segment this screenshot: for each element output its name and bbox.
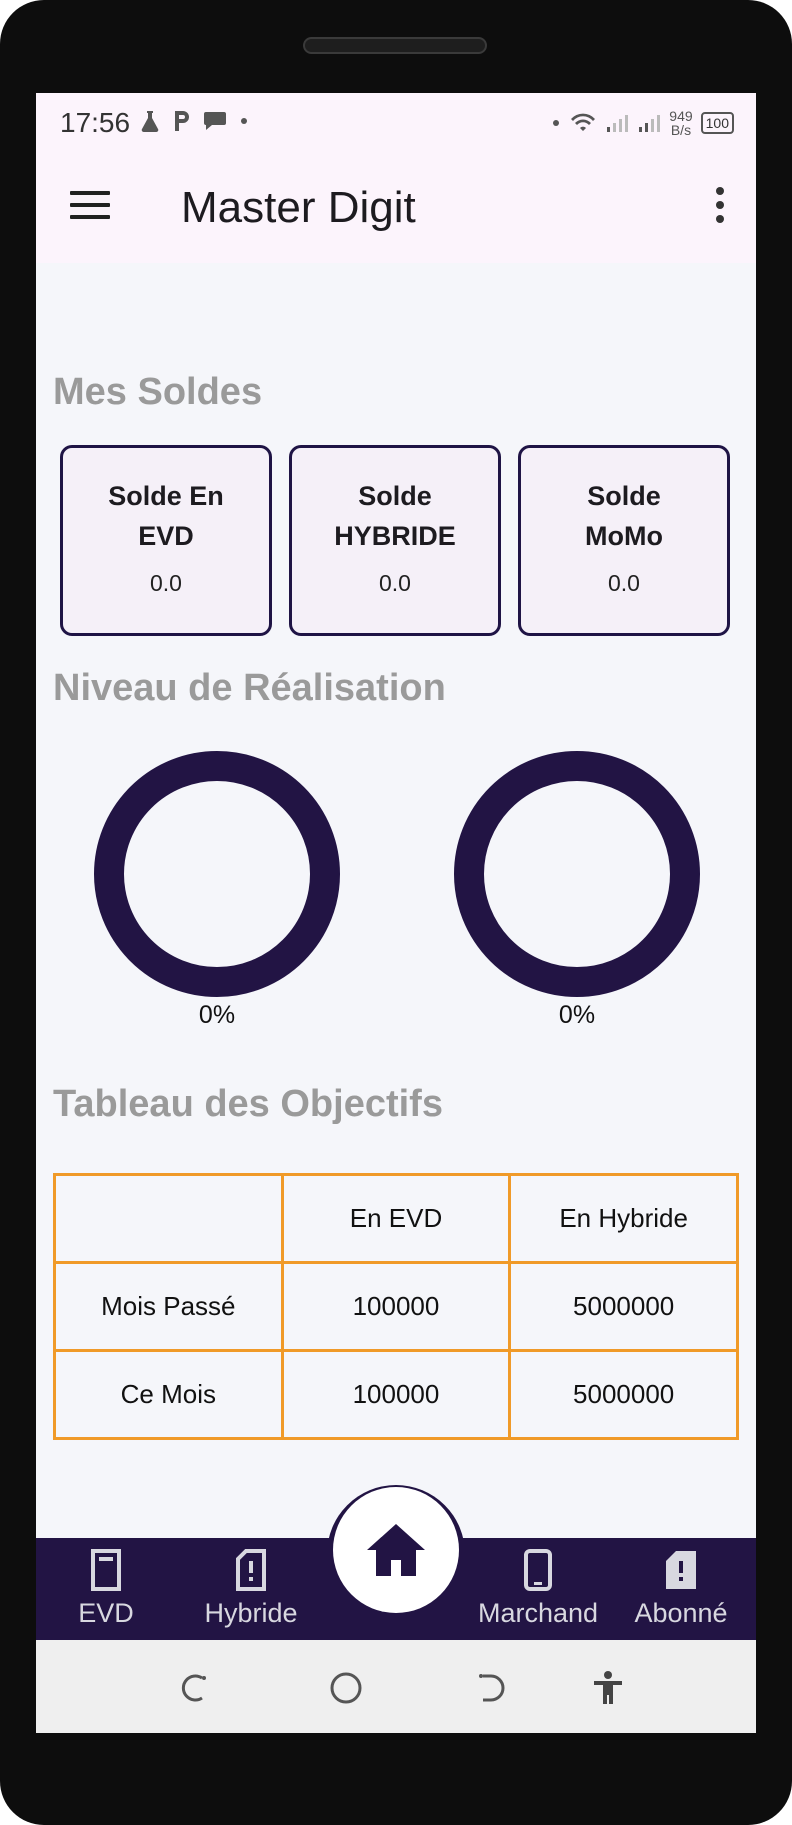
app-title: Master Digit (181, 183, 416, 232)
network-speed-unit: B/s (670, 122, 692, 138)
chat-bubble-icon (204, 112, 226, 130)
nav-item-abonne[interactable]: Abonné (611, 1539, 751, 1639)
table-row: Mois Passé 100000 5000000 (53, 1261, 739, 1352)
balances-section-title: Mes Soldes (53, 371, 263, 413)
balance-card-momo[interactable]: Solde MoMo 0.0 (518, 445, 730, 636)
gauge-hybride: 0% (452, 749, 702, 1029)
balance-card-title: Solde (358, 481, 432, 511)
nav-label: Marchand (477, 1598, 599, 1628)
nav-label: Hybride (204, 1598, 298, 1628)
home-nav-icon[interactable] (326, 1668, 366, 1708)
balance-card-title: HYBRIDE (334, 521, 456, 551)
balance-card-title: Solde (587, 481, 661, 511)
sim-card-alert-filled-icon (666, 1551, 696, 1589)
nav-item-evd[interactable]: EVD (36, 1539, 176, 1639)
balance-card-title: EVD (138, 521, 194, 551)
hamburger-menu-icon[interactable] (70, 191, 110, 221)
balance-card-value: 0.0 (608, 570, 640, 596)
gauge-evd: 0% (92, 749, 342, 1029)
nav-item-hybride[interactable]: Hybride (181, 1539, 321, 1639)
table-header-cell: En Hybride (508, 1173, 739, 1264)
status-bar: 17:56 949 B/s 100 (36, 93, 756, 153)
table-header-row: En EVD En Hybride (53, 1173, 739, 1264)
dot-icon (241, 118, 247, 124)
system-navigation-bar (36, 1640, 756, 1733)
flask-icon (141, 111, 159, 133)
p-app-icon (175, 111, 189, 131)
progress-ring (94, 751, 340, 997)
network-speed: 949 B/s (669, 109, 692, 137)
nav-label: Abonné (634, 1598, 728, 1628)
signal-icon (639, 115, 661, 132)
table-row-label: Mois Passé (53, 1261, 284, 1352)
network-speed-value: 949 (669, 108, 693, 124)
recent-apps-icon[interactable] (174, 1668, 214, 1708)
table-row-label: Ce Mois (53, 1349, 284, 1440)
table-cell: 100000 (280, 1349, 512, 1440)
app-bar: Master Digit (36, 153, 756, 263)
sim-card-icon (91, 1549, 121, 1591)
table-cell: 5000000 (508, 1261, 739, 1352)
screen: 17:56 949 B/s 100 Master Digit Mes Solde… (36, 93, 756, 1733)
balance-card-evd[interactable]: Solde En EVD 0.0 (60, 445, 272, 636)
battery-indicator: 100 (700, 112, 734, 134)
table-row: Ce Mois 100000 5000000 (53, 1349, 739, 1440)
nav-item-marchand[interactable]: Marchand (468, 1539, 608, 1639)
table-header-cell: En EVD (280, 1173, 512, 1264)
phone-speaker (303, 37, 487, 54)
status-notification-icons (138, 109, 250, 133)
home-button[interactable] (333, 1487, 459, 1613)
balance-card-value: 0.0 (150, 570, 182, 596)
smartphone-icon (524, 1549, 552, 1591)
status-system-icons: 949 B/s 100 (551, 109, 734, 137)
achievement-section-title: Niveau de Réalisation (53, 667, 446, 709)
progress-ring (454, 751, 700, 997)
table-cell: 5000000 (508, 1349, 739, 1440)
balance-card-value: 0.0 (379, 570, 411, 596)
nav-label: EVD (78, 1598, 134, 1628)
table-header-cell (53, 1173, 284, 1264)
balance-card-title: MoMo (585, 521, 663, 551)
balance-card-hybride[interactable]: Solde HYBRIDE 0.0 (289, 445, 501, 636)
balance-card-title: Solde En (108, 481, 224, 511)
status-time: 17:56 (60, 107, 131, 138)
back-icon[interactable] (471, 1668, 511, 1708)
signal-icon (607, 115, 629, 132)
gauge-percent-label: 0% (198, 1001, 236, 1029)
objectives-table: En EVD En Hybride Mois Passé 100000 5000… (53, 1173, 739, 1440)
gauge-percent-label: 0% (558, 1001, 596, 1029)
achievement-gauges: 0% 0% (36, 749, 756, 1039)
phone-frame: 17:56 949 B/s 100 Master Digit Mes Solde… (0, 0, 792, 1825)
balance-cards: Solde En EVD 0.0 Solde HYBRIDE 0.0 Solde… (60, 445, 730, 636)
home-icon (367, 1524, 425, 1576)
dot-icon (553, 120, 560, 126)
objectives-section-title: Tableau des Objectifs (53, 1083, 443, 1125)
wifi-icon (571, 113, 596, 131)
sim-card-alert-icon (236, 1549, 266, 1591)
accessibility-icon[interactable] (588, 1668, 628, 1708)
more-vert-icon[interactable] (714, 187, 726, 227)
table-cell: 100000 (280, 1261, 512, 1352)
